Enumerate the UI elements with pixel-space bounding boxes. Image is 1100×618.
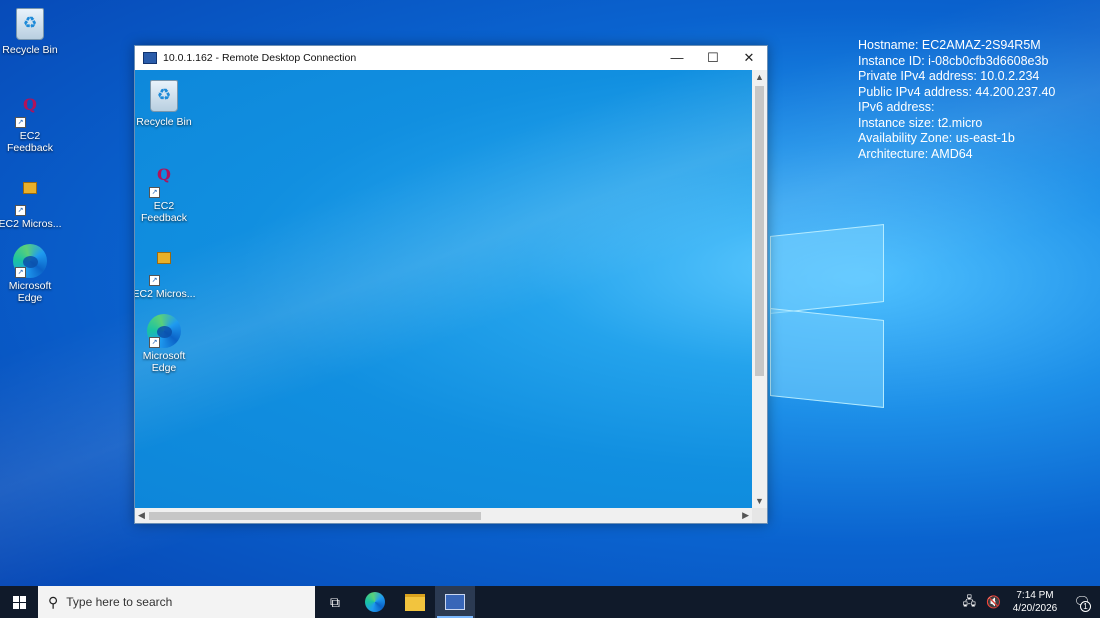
desktop-icon-microsoft-edge[interactable]: ↗ Microsoft Edge — [0, 244, 62, 304]
clock-date: 4/20/2026 — [1012, 603, 1058, 614]
recycle-bin-icon: ♻ — [16, 8, 44, 40]
system-tray: 🖧 🔇 — [958, 592, 1006, 613]
resize-grip[interactable] — [752, 508, 767, 523]
recycle-bin-icon: ♻ — [150, 80, 178, 112]
desktop-icon-recycle-bin[interactable]: ♻ Recycle Bin — [0, 6, 62, 56]
search-placeholder: Type here to search — [66, 595, 173, 609]
desktop-icon-label: EC2 Micros... — [0, 218, 62, 230]
vertical-scrollbar[interactable]: ▲ ▼ — [752, 70, 767, 508]
remote-icon-microsoft-edge[interactable]: ↗ Microsoft Edge — [135, 314, 196, 374]
clock-time: 7:14 PM — [1016, 590, 1054, 601]
shortcut-arrow-icon: ↗ — [149, 337, 160, 348]
scroll-right-arrow-icon[interactable]: ▶ — [742, 508, 749, 523]
edge-icon — [365, 592, 385, 612]
vertical-scroll-thumb[interactable] — [755, 86, 764, 376]
package-icon — [157, 252, 171, 264]
windows-logo-icon — [12, 595, 26, 609]
package-icon — [23, 182, 37, 194]
remote-icon-label: Microsoft Edge — [142, 350, 186, 374]
instance-info-overlay: Hostname: EC2AMAZ-2S94R5M Instance ID: i… — [858, 38, 1055, 162]
remote-icon-ec2-feedback[interactable]: Q ↗ EC2 Feedback — [135, 164, 196, 224]
window-title: 10.0.1.162 - Remote Desktop Connection — [163, 52, 357, 64]
scroll-up-arrow-icon[interactable]: ▲ — [752, 72, 767, 82]
desktop-icon-ec2-micros[interactable]: ↗ EC2 Micros... — [0, 174, 62, 230]
task-view-icon: ⧉ — [330, 593, 340, 610]
action-center-button[interactable]: 🗨 1 — [1064, 586, 1100, 618]
shortcut-arrow-icon: ↗ — [15, 267, 26, 278]
remote-icon-label: EC2 Feedback — [140, 200, 188, 224]
architecture-text: Architecture: AMD64 — [858, 146, 973, 161]
shortcut-arrow-icon: ↗ — [15, 117, 26, 128]
remote-icon-recycle-bin[interactable]: ♻ Recycle Bin — [135, 78, 196, 128]
scroll-down-arrow-icon[interactable]: ▼ — [752, 496, 767, 506]
notification-count-badge: 1 — [1080, 601, 1091, 612]
taskbar-remote-desktop-button[interactable] — [435, 586, 475, 618]
feedback-q-icon: Q — [157, 165, 171, 184]
shortcut-arrow-icon: ↗ — [15, 205, 26, 216]
task-view-button[interactable]: ⧉ — [315, 586, 355, 618]
network-icon[interactable]: 🖧 — [963, 592, 976, 613]
taskbar: ⚲ Type here to search ⧉ 🖧 🔇 7:14 PM 4/20… — [0, 586, 1100, 618]
feedback-q-icon: Q — [23, 95, 37, 114]
taskbar-search-box[interactable]: ⚲ Type here to search — [38, 586, 315, 618]
close-button[interactable]: ✕ — [731, 46, 767, 70]
desktop-icon-label: Microsoft Edge — [8, 280, 52, 304]
start-button[interactable] — [0, 586, 38, 618]
search-icon: ⚲ — [48, 593, 59, 610]
desktop-icon-label: EC2 Feedback — [6, 130, 54, 154]
minimize-button[interactable]: — — [659, 46, 695, 70]
remote-desktop-icon — [445, 594, 465, 610]
remote-wallpaper-beam — [135, 70, 752, 508]
folder-icon — [405, 593, 425, 611]
shortcut-arrow-icon: ↗ — [149, 187, 160, 198]
windows-logo-wallpaper — [770, 218, 884, 408]
remote-desktop-screen[interactable]: ♻ Recycle Bin Q ↗ EC2 Feedback ↗ EC2 Micr… — [135, 70, 752, 508]
horizontal-scrollbar[interactable]: ◀ ▶ — [135, 508, 752, 523]
remote-icon-label: Recycle Bin — [136, 116, 192, 128]
window-titlebar[interactable]: 10.0.1.162 - Remote Desktop Connection —… — [135, 46, 767, 70]
desktop-icon-ec2-feedback[interactable]: Q ↗ EC2 Feedback — [0, 94, 62, 154]
public-ip-text: Public IPv4 address: 44.200.237.40 — [858, 84, 1056, 99]
remote-desktop-icon — [143, 52, 157, 64]
remote-icon-label: EC2 Micros... — [135, 288, 196, 300]
taskbar-clock[interactable]: 7:14 PM 4/20/2026 — [1006, 589, 1064, 615]
maximize-button[interactable]: ☐ — [695, 46, 731, 70]
availability-zone-text: Availability Zone: us-east-1b — [858, 131, 1015, 145]
taskbar-file-explorer-button[interactable] — [395, 586, 435, 618]
ipv6-text: IPv6 address: — [858, 100, 935, 114]
instance-id-text: Instance ID: i-08cb0cfb3d6608e3b — [858, 53, 1049, 68]
desktop-icon-label: Recycle Bin — [2, 44, 58, 56]
remote-icon-ec2-micros[interactable]: ↗ EC2 Micros... — [135, 244, 196, 300]
private-ip-text: Private IPv4 address: 10.0.2.234 — [858, 69, 1040, 83]
instance-size-text: Instance size: t2.micro — [858, 115, 983, 130]
horizontal-scroll-thumb[interactable] — [149, 512, 481, 520]
taskbar-edge-button[interactable] — [355, 586, 395, 618]
scroll-left-arrow-icon[interactable]: ◀ — [138, 508, 145, 523]
volume-muted-icon[interactable]: 🔇 — [986, 595, 1001, 609]
shortcut-arrow-icon: ↗ — [149, 275, 160, 286]
hostname-text: Hostname: EC2AMAZ-2S94R5M — [858, 38, 1041, 52]
remote-desktop-window[interactable]: 10.0.1.162 - Remote Desktop Connection —… — [134, 45, 768, 524]
